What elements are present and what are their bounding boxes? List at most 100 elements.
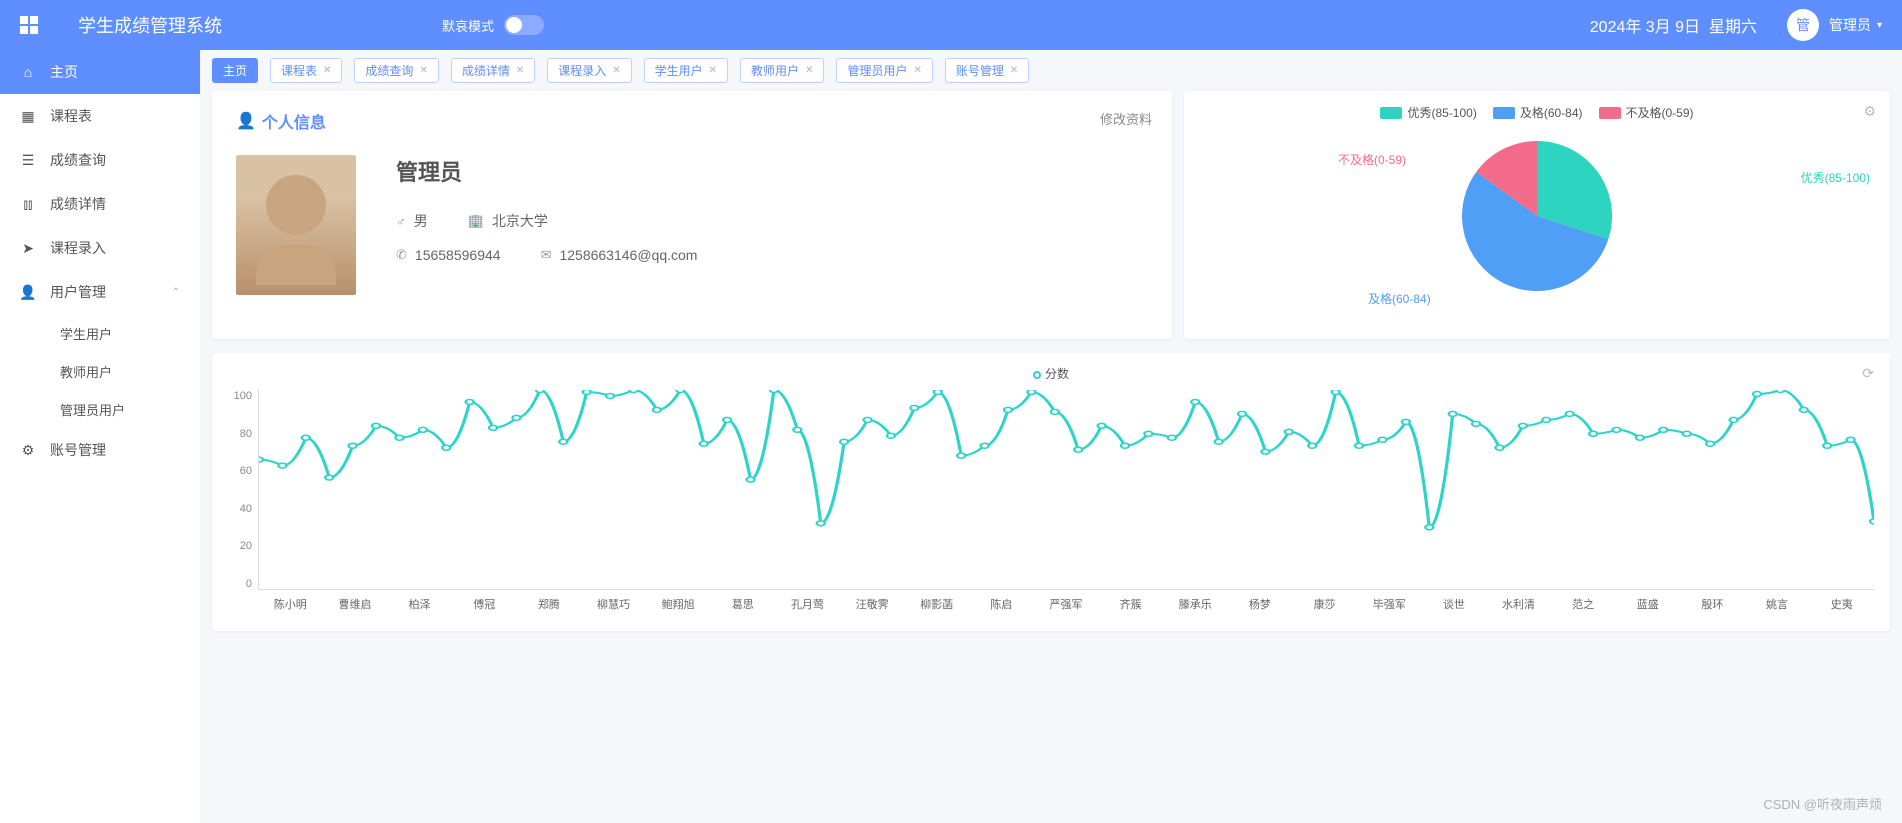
- x-tick: 陈启: [969, 596, 1034, 612]
- sidebar-subitem-学生用户[interactable]: 学生用户: [0, 314, 200, 352]
- legend-item[interactable]: 优秀(85-100): [1380, 104, 1476, 121]
- gear-icon[interactable]: ⚙: [1863, 103, 1876, 120]
- profile-school: 北京大学: [492, 211, 548, 231]
- tab-学生用户[interactable]: 学生用户✕: [644, 58, 728, 83]
- x-tick: 蓝盛: [1615, 596, 1680, 612]
- building-icon: 🏢: [468, 213, 484, 229]
- tab-账号管理[interactable]: 账号管理✕: [945, 58, 1029, 83]
- gender-icon: ♂: [396, 214, 406, 229]
- send-icon: ➤: [20, 240, 36, 257]
- line-plot: [258, 390, 1874, 590]
- x-tick: 杨梦: [1228, 596, 1293, 612]
- close-icon[interactable]: ✕: [516, 65, 524, 76]
- user-avatar[interactable]: 管: [1787, 9, 1819, 41]
- pie-chart-card: ⚙ 优秀(85-100) 及格(60-84) 不及格(0-59) 优秀(85-100…: [1184, 91, 1890, 339]
- tab-管理员用户[interactable]: 管理员用户✕: [836, 58, 932, 83]
- close-icon[interactable]: ✕: [913, 65, 921, 76]
- sidebar-item-主页[interactable]: ⌂主页: [0, 50, 200, 94]
- apps-icon[interactable]: [20, 16, 38, 34]
- phone-icon: ✆: [396, 247, 407, 263]
- pie-label-pass: 及格(60-84): [1368, 290, 1431, 307]
- sidebar: ⌂主页▦课程表☰成绩查询⫾⫾成绩详情➤课程录入👤用户管理⌃学生用户教师用户管理员…: [0, 50, 200, 823]
- x-tick: 谈世: [1422, 596, 1487, 612]
- x-tick: 汪敬霁: [840, 596, 905, 612]
- legend-item[interactable]: 及格(60-84): [1493, 104, 1583, 121]
- app-title: 学生成绩管理系统: [78, 12, 222, 38]
- tab-bar: 主页课程表✕ 成绩查询✕ 成绩详情✕ 课程录入✕ 学生用户✕ 教师用户✕ 管理员用户✕ 账号管…: [212, 58, 1890, 83]
- profile-name: 管理员: [396, 155, 697, 187]
- tab-成绩详情[interactable]: 成绩详情✕: [451, 58, 535, 83]
- sidebar-item-账号管理[interactable]: ⚙账号管理: [0, 428, 200, 472]
- sidebar-item-成绩查询[interactable]: ☰成绩查询: [0, 138, 200, 182]
- x-tick: 齐簇: [1098, 596, 1163, 612]
- edit-profile-link[interactable]: 修改资料: [1100, 109, 1152, 128]
- home-icon: ⌂: [20, 64, 36, 80]
- sidebar-subitem-教师用户[interactable]: 教师用户: [0, 352, 200, 390]
- x-tick: 陈小明: [258, 596, 323, 612]
- sidebar-item-课程表[interactable]: ▦课程表: [0, 94, 200, 138]
- line-chart-card: ⟳ 分数 100806040200 陈小明曹维启柏泽傅冠郑腾柳慧巧鲍翔旭葛思孔月…: [212, 353, 1890, 631]
- profile-photo: [236, 155, 356, 295]
- profile-card: 👤 个人信息 修改资料 管理员 ♂ 男 🏢 北京大学 ✆ 15658596944 ✉ 1…: [212, 91, 1172, 339]
- close-icon[interactable]: ✕: [612, 65, 620, 76]
- main-content: 主页课程表✕ 成绩查询✕ 成绩详情✕ 课程录入✕ 学生用户✕ 教师用户✕ 管理员用户✕ 账号管…: [200, 50, 1902, 823]
- pie-label-fail: 不及格(0-59): [1338, 151, 1406, 168]
- y-axis: 100806040200: [228, 390, 258, 590]
- x-tick: 范之: [1551, 596, 1616, 612]
- x-tick: 鲍翔旭: [646, 596, 711, 612]
- x-tick: 史夷: [1809, 596, 1874, 612]
- x-tick: 傅冠: [452, 596, 517, 612]
- reload-icon[interactable]: ⟳: [1862, 365, 1874, 382]
- gear-icon: ⚙: [20, 442, 36, 459]
- x-tick: 柳慧巧: [581, 596, 646, 612]
- x-tick: 毕强军: [1357, 596, 1422, 612]
- chevron-icon: ⌃: [172, 287, 180, 298]
- close-icon[interactable]: ✕: [1010, 65, 1018, 76]
- sidebar-item-课程录入[interactable]: ➤课程录入: [0, 226, 200, 270]
- x-tick: 滕承乐: [1163, 596, 1228, 612]
- dark-mode-label: 默哀模式: [442, 16, 494, 35]
- close-icon[interactable]: ✕: [419, 65, 427, 76]
- mail-icon: ✉: [541, 247, 552, 263]
- user-icon: 👤: [236, 111, 256, 131]
- close-icon[interactable]: ✕: [323, 65, 331, 76]
- watermark: CSDN @听夜雨声烦: [1763, 794, 1882, 813]
- profile-email: 1258663146@qq.com: [559, 247, 697, 263]
- app-header: 学生成绩管理系统 默哀模式 2024年 3月 9日 星期六 管 管理员▾: [0, 0, 1902, 50]
- x-tick: 葛思: [710, 596, 775, 612]
- header-date: 2024年 3月 9日 星期六: [1590, 13, 1757, 37]
- x-tick: 康莎: [1292, 596, 1357, 612]
- sidebar-item-成绩详情[interactable]: ⫾⫾成绩详情: [0, 182, 200, 226]
- user-icon: 👤: [20, 284, 36, 301]
- x-tick: 孔月莺: [775, 596, 840, 612]
- card-title-profile: 👤 个人信息: [236, 109, 1148, 133]
- tab-主页[interactable]: 主页: [212, 58, 258, 83]
- dark-mode-switch[interactable]: [504, 15, 544, 35]
- tab-课程表[interactable]: 课程表✕: [270, 58, 342, 83]
- x-tick: 柏泽: [387, 596, 452, 612]
- profile-phone: 15658596944: [415, 247, 501, 263]
- x-tick: 柳影菡: [904, 596, 969, 612]
- legend-item[interactable]: 不及格(0-59): [1599, 104, 1694, 121]
- profile-gender: 男: [414, 211, 428, 231]
- grid-icon: ▦: [20, 108, 36, 125]
- sidebar-item-用户管理[interactable]: 👤用户管理⌃: [0, 270, 200, 314]
- tab-课程录入[interactable]: 课程录入✕: [547, 58, 631, 83]
- close-icon[interactable]: ✕: [709, 65, 717, 76]
- chevron-down-icon: ▾: [1877, 20, 1882, 31]
- x-tick: 曹维启: [323, 596, 388, 612]
- x-tick: 殷环: [1680, 596, 1745, 612]
- x-tick: 郑腾: [517, 596, 582, 612]
- pie-chart: 优秀(85-100) 及格(60-84) 不及格(0-59): [1198, 121, 1876, 311]
- sidebar-subitem-管理员用户[interactable]: 管理员用户: [0, 390, 200, 428]
- line-legend: 分数: [228, 365, 1874, 382]
- tab-成绩查询[interactable]: 成绩查询✕: [354, 58, 438, 83]
- tab-教师用户[interactable]: 教师用户✕: [740, 58, 824, 83]
- user-menu[interactable]: 管理员▾: [1829, 15, 1882, 35]
- x-tick: 姚言: [1745, 596, 1810, 612]
- pie-legend: 优秀(85-100) 及格(60-84) 不及格(0-59): [1198, 104, 1876, 121]
- x-axis: 陈小明曹维启柏泽傅冠郑腾柳慧巧鲍翔旭葛思孔月莺汪敬霁柳影菡陈启严强军齐簇滕承乐杨…: [258, 596, 1874, 612]
- pie-label-excellent: 优秀(85-100): [1801, 169, 1870, 186]
- x-tick: 水利清: [1486, 596, 1551, 612]
- close-icon[interactable]: ✕: [805, 65, 813, 76]
